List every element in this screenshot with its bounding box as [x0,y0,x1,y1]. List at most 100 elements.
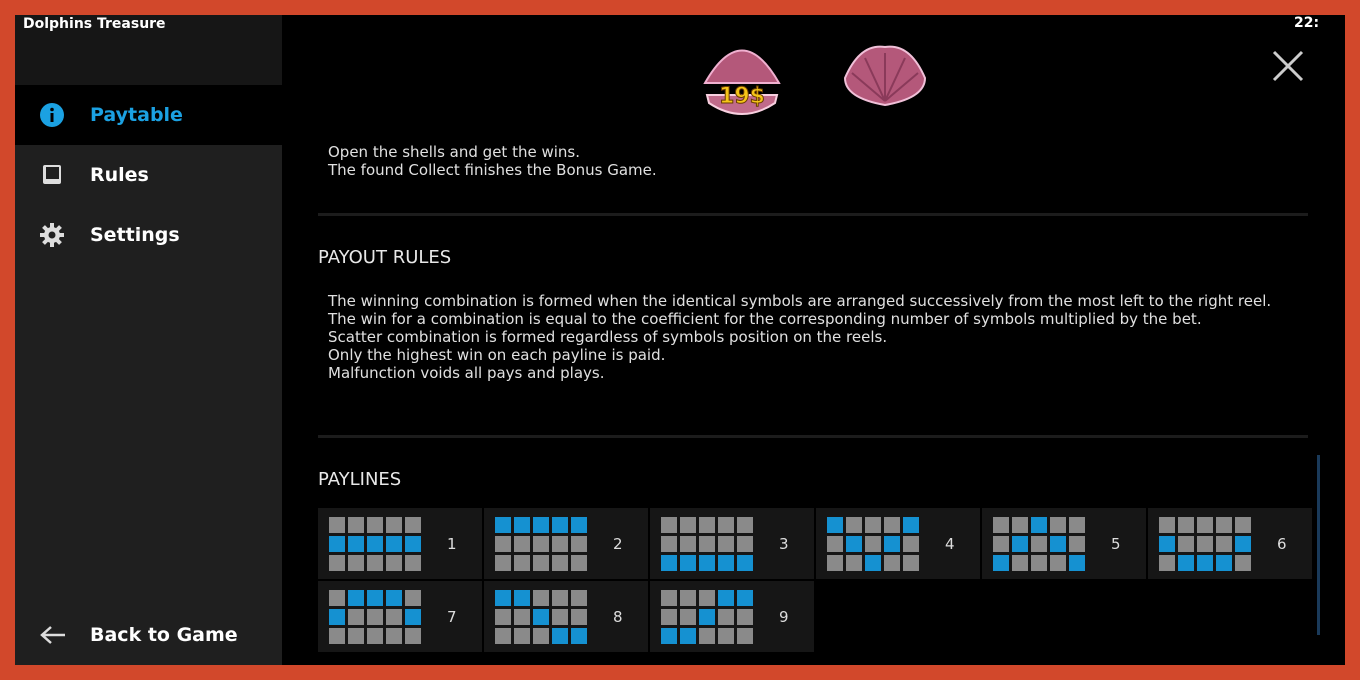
back-to-game-button[interactable]: Back to Game [15,605,282,665]
sidebar-item-settings[interactable]: Settings [15,205,282,265]
payline-cell [699,516,715,533]
payline-cell [737,627,753,644]
payline-cell [552,589,568,606]
payline-cell [552,535,568,552]
payline-pattern [661,516,753,571]
payline-cell [680,535,696,552]
payline-cell [1050,516,1066,533]
sidebar: Dolphins Treasure Paytable Rules Setting… [15,15,282,665]
payline-cell [680,627,696,644]
payline-number: 3 [779,534,789,553]
payline-cell [367,608,383,625]
payline-cell [329,589,345,606]
payline-cell [571,627,587,644]
payline-cell [533,608,549,625]
payline-pattern [1159,516,1251,571]
sidebar-item-rules[interactable]: Rules [15,145,282,205]
payline-cell [846,535,862,552]
payline-cell [1069,516,1085,533]
sidebar-item-label: Rules [90,164,149,186]
payline-cell [367,589,383,606]
payline-cell [348,535,364,552]
arrow-left-icon [39,622,65,648]
sidebar-item-paytable[interactable]: Paytable [15,85,282,145]
game-window: Dolphins Treasure Paytable Rules Setting… [15,15,1345,665]
payline-cell [680,608,696,625]
payline-number: 5 [1111,534,1121,553]
payline-cell [680,589,696,606]
payline-pattern [329,516,421,571]
payline-cell [661,516,677,533]
payline-cell [661,627,677,644]
payline-cell [405,516,421,533]
payline-cell [571,608,587,625]
payline-6: 6 [1148,508,1312,579]
payline-cell [737,516,753,533]
payline-number: 2 [613,534,623,553]
payline-pattern [827,516,919,571]
payline-cell [718,589,734,606]
payline-cell [846,554,862,571]
payline-cell [348,554,364,571]
payline-cell [495,589,511,606]
payline-number: 1 [447,534,457,553]
payline-cell [680,516,696,533]
payline-cell [1178,535,1194,552]
payline-cell [386,554,402,571]
payline-cell [1012,516,1028,533]
payline-cell [367,554,383,571]
payline-cell [865,516,881,533]
payline-cell [993,516,1009,533]
payline-cell [571,535,587,552]
payline-number: 8 [613,607,623,626]
paytable-content: 22: 19$ Open the shells and get the wins… [282,15,1345,665]
payout-rules-text: The winning combination is formed when t… [328,292,1272,382]
payline-cell [386,535,402,552]
payline-cell [552,554,568,571]
payline-cell [386,627,402,644]
close-button[interactable] [1270,48,1306,84]
payline-number: 6 [1277,534,1287,553]
payout-rules-title: PAYOUT RULES [318,247,452,268]
payline-cell [495,554,511,571]
payline-cell [495,535,511,552]
payline-number: 7 [447,607,457,626]
payline-cell [1197,516,1213,533]
payline-pattern [495,516,587,571]
payline-cell [661,535,677,552]
payline-cell [1216,554,1232,571]
payline-cell [552,608,568,625]
payline-cell [329,608,345,625]
payline-3: 3 [650,508,814,579]
info-icon [39,102,65,128]
payline-8: 8 [484,581,648,652]
paylines-grid: 1 2 3 4 5 6 7 8 9 [318,508,1312,652]
payline-cell [533,554,549,571]
payline-cell [1235,535,1251,552]
payline-cell [514,554,530,571]
payline-cell [1012,554,1028,571]
paylines-title: PAYLINES [318,469,402,490]
payline-cell [386,589,402,606]
payline-cell [348,627,364,644]
payline-cell [718,627,734,644]
payline-cell [514,627,530,644]
payline-cell [552,516,568,533]
payline-cell [514,516,530,533]
payline-pattern [495,589,587,644]
sidebar-item-label: Settings [90,224,180,246]
payline-pattern [329,589,421,644]
payline-cell [661,554,677,571]
payline-cell [661,589,677,606]
payline-cell [533,535,549,552]
payline-cell [1178,554,1194,571]
payline-cell [1031,535,1047,552]
scrollbar[interactable] [1317,455,1320,635]
payline-cell [865,535,881,552]
payline-number: 4 [945,534,955,553]
divider [318,435,1308,438]
payline-cell [661,608,677,625]
payline-cell [329,516,345,533]
payline-cell [1197,554,1213,571]
payline-cell [737,608,753,625]
